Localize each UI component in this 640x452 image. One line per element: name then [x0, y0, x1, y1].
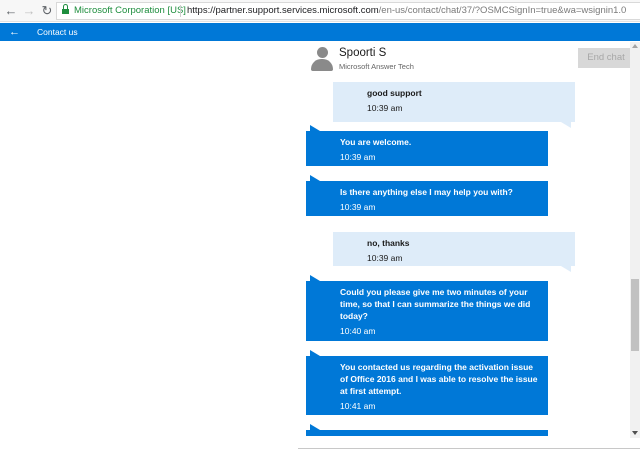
back-arrow-icon[interactable]: ←: [9, 23, 20, 41]
reload-icon[interactable]: ↻: [40, 3, 54, 19]
secure-site-label: Microsoft Corporation [US]: [74, 5, 186, 16]
message-text: no, thanks: [367, 238, 410, 248]
address-bar[interactable]: Microsoft Corporation [US] https://partn…: [56, 2, 640, 20]
url-text[interactable]: https://partner.support.services.microso…: [187, 5, 626, 17]
url-host: https://partner.support.services.microso…: [187, 5, 379, 16]
browser-forward-icon[interactable]: →: [22, 3, 36, 19]
url-path: /en-us/contact/chat/37/?OSMCSignIn=true&…: [378, 5, 627, 16]
message-time: 10:41 am: [340, 401, 376, 411]
chat-message-agent: Could you please give me two minutes of …: [306, 275, 548, 341]
app-header: ← Contact us: [0, 23, 640, 41]
browser-back-icon[interactable]: ←: [4, 3, 18, 19]
scroll-up-icon[interactable]: [632, 44, 638, 48]
agent-avatar-icon: [310, 46, 334, 72]
agent-role: Microsoft Answer Tech: [339, 62, 414, 71]
browser-toolbar: ← → ↻ Microsoft Corporation [US] https:/…: [0, 0, 640, 22]
message-text: You are welcome.: [340, 137, 412, 147]
message-time: 10:39 am: [340, 202, 376, 212]
chat-message-agent: You contacted us regarding the activatio…: [306, 350, 548, 415]
chat-message-user: good support 10:39 am: [333, 82, 575, 128]
message-time: 10:39 am: [367, 253, 403, 263]
chat-message-agent: Is there anything else I may help you wi…: [306, 175, 548, 216]
agent-name: Spoorti S: [339, 47, 387, 59]
divider: [298, 448, 640, 449]
chat-message-agent: You are welcome. 10:39 am: [306, 125, 548, 166]
lock-icon: [62, 4, 69, 15]
chat-message-agent-partial: [306, 424, 548, 436]
message-time: 10:40 am: [340, 326, 376, 336]
message-time: 10:39 am: [340, 152, 376, 162]
message-text: Could you please give me two minutes of …: [340, 287, 531, 321]
chat-scrollbar[interactable]: [630, 42, 640, 438]
chat-message-user: no, thanks 10:39 am: [333, 232, 575, 272]
scroll-down-icon[interactable]: [632, 431, 638, 435]
page-title: Contact us: [37, 27, 78, 37]
message-time: 10:39 am: [367, 103, 403, 113]
scroll-thumb[interactable]: [631, 279, 639, 351]
message-text: You contacted us regarding the activatio…: [340, 362, 538, 396]
end-chat-button[interactable]: End chat: [578, 48, 634, 68]
url-divider: [180, 5, 181, 17]
message-text: good support: [367, 88, 422, 98]
message-text: Is there anything else I may help you wi…: [340, 187, 513, 197]
